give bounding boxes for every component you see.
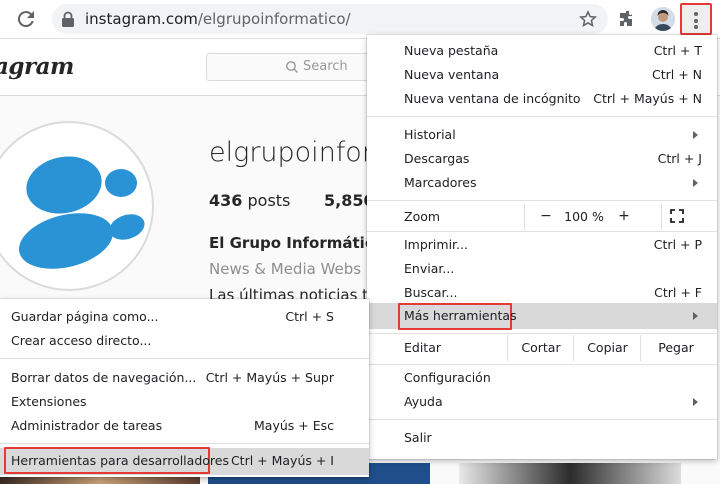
profile-stats: 436 posts 5,850 bbox=[209, 191, 375, 210]
menu-item-shortcut: Ctrl + J bbox=[657, 151, 702, 166]
posts-count: 436 bbox=[209, 191, 243, 210]
fullscreen-icon[interactable] bbox=[670, 209, 684, 223]
zoom-label: Zoom bbox=[404, 209, 441, 224]
menu-item-label: Historial bbox=[404, 127, 456, 142]
menu-item-shortcut: Ctrl + F bbox=[654, 285, 702, 300]
instagram-logo[interactable]: agram bbox=[0, 53, 74, 80]
submenu-item-extensions[interactable]: Extensiones bbox=[11, 390, 334, 414]
menu-item-shortcut: Ctrl + N bbox=[651, 67, 702, 82]
menu-item-label: Imprimir... bbox=[404, 237, 468, 252]
search-placeholder: Search bbox=[303, 59, 348, 74]
menu-item-incognito-window[interactable]: Nueva ventana de incógnito Ctrl + Mayús … bbox=[404, 87, 702, 111]
kebab-menu-icon bbox=[694, 12, 698, 32]
bio-name: El Grupo Informático bbox=[209, 234, 385, 252]
copy-button[interactable]: Copiar bbox=[573, 335, 641, 361]
menu-item-new-tab[interactable]: Nueva pestaña Ctrl + T bbox=[404, 39, 702, 63]
puzzle-icon[interactable] bbox=[618, 9, 638, 29]
zoom-in-button[interactable]: + bbox=[617, 203, 631, 230]
chrome-menu-button[interactable] bbox=[680, 3, 712, 35]
zoom-out-button[interactable]: − bbox=[539, 203, 553, 230]
menu-item-history[interactable]: Historial bbox=[404, 123, 698, 147]
menu-divider bbox=[367, 200, 717, 201]
menu-item-label: Enviar... bbox=[404, 261, 455, 276]
url-domain: instagram.com bbox=[85, 10, 198, 28]
zoom-level: 100 % bbox=[564, 209, 604, 224]
url-text[interactable]: instagram.com/elgrupoinformatico/ bbox=[85, 10, 351, 28]
browser-toolbar: instagram.com/elgrupoinformatico/ bbox=[0, 0, 720, 39]
submenu-item-clear-browsing-data[interactable]: Borrar datos de navegación... Ctrl + May… bbox=[11, 366, 334, 390]
menu-item-shortcut: Ctrl + Mayús + I bbox=[230, 453, 334, 468]
menu-item-label: Borrar datos de navegación... bbox=[11, 370, 197, 385]
menu-item-label: Marcadores bbox=[404, 175, 477, 190]
menu-item-cast[interactable]: Enviar... bbox=[404, 257, 702, 281]
menu-item-label: Nueva ventana bbox=[404, 67, 500, 82]
menu-item-exit[interactable]: Salir bbox=[404, 426, 702, 450]
reload-icon[interactable] bbox=[14, 7, 38, 31]
menu-item-new-window[interactable]: Nueva ventana Ctrl + N bbox=[404, 63, 702, 87]
chevron-right-icon bbox=[693, 131, 698, 139]
profile-avatar[interactable] bbox=[651, 7, 675, 31]
address-bar[interactable]: instagram.com/elgrupoinformatico/ bbox=[52, 4, 608, 34]
posts-label: posts bbox=[247, 191, 291, 210]
menu-item-shortcut: Ctrl + Mayús + N bbox=[593, 91, 702, 106]
edit-label: Editar bbox=[404, 340, 442, 355]
menu-item-label: Guardar página como... bbox=[11, 309, 159, 324]
chevron-right-icon bbox=[693, 398, 698, 406]
menu-divider bbox=[0, 443, 369, 444]
submenu-item-developer-tools[interactable]: Herramientas para desarrolladores Ctrl +… bbox=[11, 449, 334, 473]
menu-item-shortcut: Ctrl + P bbox=[653, 237, 702, 252]
avatar-icon bbox=[651, 7, 675, 31]
post-thumbnail[interactable] bbox=[459, 463, 681, 484]
menu-item-label: Salir bbox=[404, 430, 432, 445]
menu-item-label: Buscar... bbox=[404, 285, 458, 300]
menu-divider bbox=[0, 358, 369, 359]
menu-item-more-tools[interactable]: Más herramientas bbox=[404, 304, 698, 328]
menu-item-label: Administrador de tareas bbox=[11, 418, 163, 433]
profile-username: elgrupoinfor. bbox=[209, 137, 380, 168]
chrome-main-menu: Nueva pestaña Ctrl + T Nueva ventana Ctr… bbox=[367, 35, 717, 459]
url-path: /elgrupoinformatico/ bbox=[197, 10, 351, 28]
edit-row: Editar Cortar Copiar Pegar bbox=[367, 335, 717, 361]
menu-item-label: Extensiones bbox=[11, 394, 87, 409]
menu-item-shortcut: Ctrl + Mayús + Supr bbox=[205, 370, 334, 385]
lock-icon[interactable] bbox=[61, 11, 75, 27]
submenu-item-task-manager[interactable]: Administrador de tareas Mayús + Esc bbox=[11, 414, 334, 438]
bio-category: News & Media Webs bbox=[209, 260, 362, 278]
bookmark-star-icon[interactable] bbox=[578, 9, 598, 29]
menu-item-label: Herramientas para desarrolladores bbox=[11, 453, 229, 468]
menu-divider bbox=[367, 333, 717, 334]
menu-item-help[interactable]: Ayuda bbox=[404, 390, 698, 414]
submenu-item-create-shortcut[interactable]: Crear acceso directo... bbox=[11, 329, 334, 353]
menu-item-settings[interactable]: Configuración bbox=[404, 366, 702, 390]
menu-item-label: Nueva ventana de incógnito bbox=[404, 91, 581, 106]
menu-item-downloads[interactable]: Descargas Ctrl + J bbox=[404, 147, 702, 171]
posts-stat: 436 posts bbox=[209, 191, 290, 210]
menu-item-print[interactable]: Imprimir... Ctrl + P bbox=[404, 233, 702, 257]
search-icon bbox=[286, 61, 298, 73]
paste-button[interactable]: Pegar bbox=[640, 335, 711, 361]
menu-item-bookmarks[interactable]: Marcadores bbox=[404, 171, 698, 195]
menu-divider bbox=[367, 419, 717, 420]
chevron-right-icon bbox=[693, 312, 698, 320]
more-tools-submenu: Guardar página como... Ctrl + S Crear ac… bbox=[0, 299, 369, 477]
menu-item-shortcut: Ctrl + S bbox=[285, 309, 334, 324]
menu-item-label: Descargas bbox=[404, 151, 470, 166]
cut-button[interactable]: Cortar bbox=[507, 335, 574, 361]
menu-item-label: Ayuda bbox=[404, 394, 443, 409]
menu-item-label: Configuración bbox=[404, 370, 491, 385]
menu-item-label: Crear acceso directo... bbox=[11, 333, 152, 348]
menu-item-find[interactable]: Buscar... Ctrl + F bbox=[404, 281, 702, 305]
chevron-right-icon bbox=[693, 179, 698, 187]
menu-item-shortcut: Ctrl + T bbox=[653, 43, 702, 58]
submenu-item-save-page[interactable]: Guardar página como... Ctrl + S bbox=[11, 305, 334, 329]
menu-divider bbox=[367, 364, 717, 365]
elgrupoinformatico-logo bbox=[19, 156, 145, 269]
menu-divider bbox=[367, 231, 717, 232]
zoom-row: Zoom − 100 % + bbox=[367, 203, 717, 230]
menu-item-label: Nueva pestaña bbox=[404, 43, 499, 58]
menu-divider bbox=[367, 116, 717, 117]
menu-item-label: Más herramientas bbox=[404, 308, 517, 323]
profile-picture[interactable] bbox=[0, 121, 154, 291]
menu-item-shortcut: Mayús + Esc bbox=[254, 418, 334, 433]
